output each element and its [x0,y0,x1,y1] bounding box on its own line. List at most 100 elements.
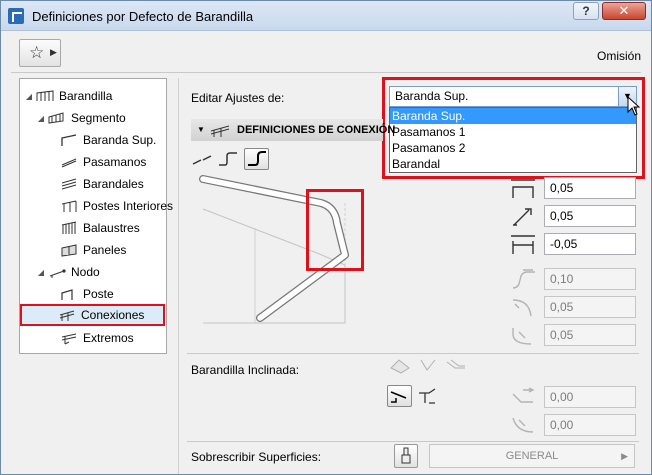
connections-icon [59,310,75,321]
settings-tree[interactable]: ◢ Barandilla ◢ Segmento Baranda Sup. Pas… [19,78,173,354]
surface-select[interactable]: GENERAL ▶ [429,444,635,468]
tree-item-label: Pasamanos [83,155,147,169]
override-surfaces-toggle[interactable] [394,444,418,468]
rails-icon [61,178,77,190]
connection-step-icon[interactable] [217,150,239,168]
expand-icon[interactable]: ◢ [36,268,46,277]
balusters-icon [61,221,77,234]
surface-select-value: GENERAL [505,450,559,462]
tree-item-label: Segmento [71,111,126,125]
step-length-icon [512,269,535,289]
connection-preview-illustration [199,175,349,324]
height-offset-input[interactable]: 0,05 [544,177,636,199]
chevron-right-icon: ▶ [50,47,57,57]
radius-input[interactable]: 0,05 [544,205,636,227]
horizontal-offset-input[interactable]: -0,05 [544,233,636,255]
tree-item-label: Postes Interiores [83,199,174,213]
tree-item-label: Extremos [83,331,134,345]
connection-curved-icon [248,151,266,166]
tree-item-poste[interactable]: Poste [60,284,114,304]
lower-radius-input[interactable]: 0,05 [544,296,636,318]
tree-item-label: Poste [83,287,114,301]
connection-curved-button[interactable] [244,148,269,170]
connection-settings-header[interactable]: ▼ DEFINICIONES DE CONEXIÓN [191,119,395,141]
paint-brush-icon [401,447,411,464]
tree-item-nodo[interactable]: ◢ Nodo [36,262,100,282]
divider [178,78,179,474]
expand-icon[interactable]: ◢ [24,92,34,101]
edit-settings-label: Editar Ajustes de: [191,91,285,105]
tree-item-label: Nodo [71,265,100,279]
app-icon [8,8,24,24]
tree-item-postes-interiores[interactable]: Postes Interiores [60,196,173,216]
divider [11,72,641,73]
inner-posts-icon [61,200,77,212]
tree-item-label: Paneles [83,243,127,257]
tree-item-label: Barandales [83,177,144,191]
inclined-offset-input[interactable]: 0,00 [544,386,636,408]
tree-item-baranda-sup[interactable]: Baranda Sup. [60,130,156,150]
tree-item-barandales[interactable]: Barandales [60,174,144,194]
dropdown-option[interactable]: Baranda Sup. [390,108,636,124]
tree-item-pasamanos[interactable]: Pasamanos [60,152,146,172]
post-icon [61,289,73,300]
tree-item-conexiones[interactable]: Conexiones [20,304,165,326]
tree-item-label: Conexiones [81,308,145,322]
connection-straight-icon[interactable] [191,152,213,168]
tree-item-extremos[interactable]: Extremos [60,328,134,348]
lower-radius-icon [512,299,532,317]
mouse-cursor-icon [627,96,641,116]
inclined-type-b-icon[interactable] [417,356,439,374]
inclined-railing-label: Barandilla Inclinada: [191,363,300,377]
dropdown-option[interactable]: Barandal [390,156,636,172]
inclined-radius-input[interactable]: 0,00 [544,414,636,436]
inclined-radius-icon [512,417,534,433]
window-title: Definiciones por Defecto de Barandilla [32,9,254,24]
connections-icon [210,125,230,137]
inclined-type-a-icon[interactable] [389,356,411,374]
override-surfaces-label: Sobrescribir Superficies: [191,450,322,464]
dropdown-option[interactable]: Pasamanos 1 [390,124,636,140]
tree-item-label: Barandilla [59,89,113,103]
inclined-mode-a-icon [390,391,407,403]
tree-item-balaustres[interactable]: Balaustres [60,218,140,238]
segment-icon [48,112,64,124]
height-offset-icon [511,179,535,198]
panels-icon [61,244,77,257]
title-bar: Definiciones por Defecto de Barandilla ?… [1,1,651,31]
step-length-input[interactable]: 0,10 [544,268,636,290]
mode-label: Omisión [597,49,642,63]
horizontal-offset-icon [511,235,535,254]
node-icon [49,269,66,278]
upper-radius-icon [512,328,532,345]
handrail-icon [61,158,77,168]
top-rail-icon [61,134,77,146]
divider [187,353,639,354]
star-icon: ☆ [29,43,45,62]
edit-settings-select[interactable]: Baranda Sup. [389,86,637,107]
upper-radius-input[interactable]: 0,05 [544,324,636,346]
inclined-type-c-icon[interactable] [445,356,467,374]
edit-settings-dropdown[interactable]: Baranda Sup. Pasamanos 1 Pasamanos 2 Bar… [389,107,637,173]
inclined-mode-b-icon[interactable] [417,387,439,405]
chevron-right-icon: ▶ [621,451,628,461]
favorites-button[interactable]: ☆ ▶ [19,39,61,67]
expand-icon[interactable]: ◢ [36,114,46,123]
dialog-window: Definiciones por Defecto de Barandilla ?… [0,0,652,475]
ends-icon [61,333,77,345]
collapse-icon[interactable]: ▼ [197,125,205,134]
help-button[interactable]: ? [573,2,599,20]
tree-item-label: Baranda Sup. [83,133,157,147]
radius-icon [513,208,532,226]
tree-item-segmento[interactable]: ◢ Segmento [36,108,126,128]
dropdown-option[interactable]: Pasamanos 2 [390,140,636,156]
close-button[interactable]: ✕ [602,2,646,20]
inclined-offset-icon [512,387,535,403]
inclined-mode-a-button[interactable] [387,385,412,407]
tree-item-paneles[interactable]: Paneles [60,240,126,260]
railing-icon [36,90,54,101]
section-title: DEFINICIONES DE CONEXIÓN [237,124,396,136]
tree-item-label: Balaustres [83,221,140,235]
tree-item-barandilla[interactable]: ◢ Barandilla [24,86,112,106]
divider [187,441,639,442]
